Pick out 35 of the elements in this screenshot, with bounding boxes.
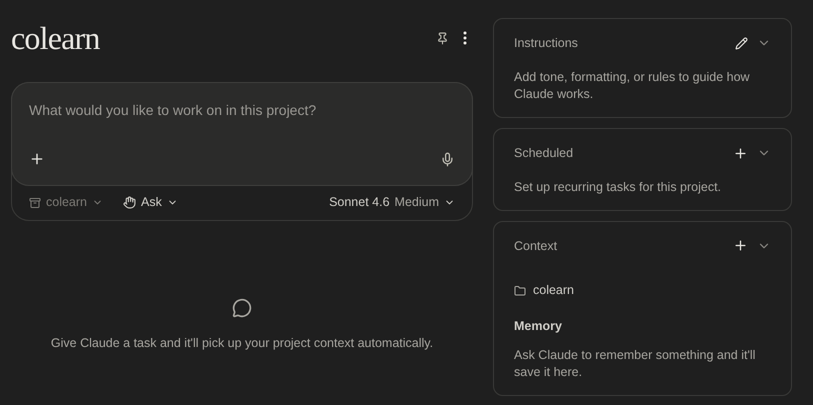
- add-button[interactable]: [733, 146, 748, 161]
- pencil-icon: [735, 36, 748, 50]
- more-button[interactable]: [463, 31, 467, 45]
- microphone-icon: [440, 152, 455, 166]
- panel-description: Add tone, formatting, or rules to guide how Claude works.: [514, 68, 751, 103]
- empty-state-text: Give Claude a task and it'll pick up your project context automatically.: [50, 335, 434, 352]
- more-icon: [463, 31, 467, 45]
- memory-title: Memory: [514, 318, 563, 335]
- model-name: Sonnet 4.6: [329, 194, 390, 212]
- add-button[interactable]: [29, 151, 45, 167]
- box-icon: [29, 196, 41, 208]
- plus-icon: [733, 146, 748, 161]
- panel-title: Instructions: [514, 35, 578, 52]
- plus-icon: [29, 151, 45, 167]
- hand-icon: [123, 196, 136, 209]
- panel-title: Scheduled: [514, 144, 574, 162]
- memory-description: Ask Claude to remember something and it'll save it here.: [514, 346, 756, 381]
- prompt-input[interactable]: What would you like to work on in this project?: [29, 100, 455, 121]
- panel-title: Context: [514, 238, 558, 254]
- pin-icon: [436, 32, 449, 44]
- pin-button[interactable]: [436, 32, 449, 44]
- microphone-button[interactable]: [440, 152, 455, 166]
- add-button[interactable]: [733, 238, 748, 254]
- project-title: colearn: [11, 19, 100, 58]
- edit-button[interactable]: [735, 36, 748, 50]
- folder-item[interactable]: colearn: [514, 281, 771, 300]
- plus-icon: [733, 238, 748, 254]
- effort-level: Medium: [394, 194, 439, 212]
- model-selector[interactable]: Sonnet 4.6 Medium: [329, 193, 455, 212]
- project-selector[interactable]: colearn: [29, 193, 103, 212]
- panel-description: Set up recurring tasks for this project.: [514, 178, 722, 196]
- folder-icon: [514, 284, 526, 297]
- mode-selector[interactable]: Ask: [123, 193, 178, 212]
- prompt-field[interactable]: What would you like to work on in this project?: [11, 82, 473, 186]
- chat-bubble-icon: [232, 298, 252, 318]
